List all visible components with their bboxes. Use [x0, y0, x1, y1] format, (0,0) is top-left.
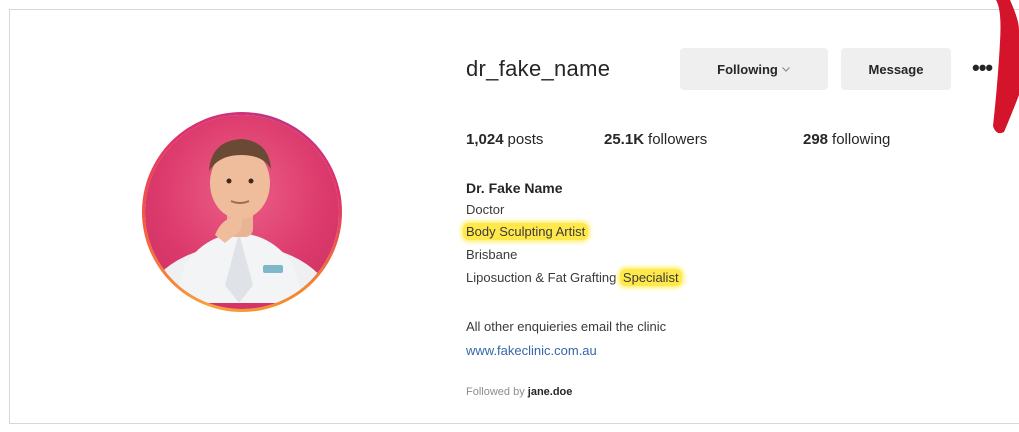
followers-count[interactable]: 25.1K followers — [604, 131, 707, 148]
bio-line-category: Doctor — [466, 202, 505, 217]
profile-full-name: Dr. Fake Name — [466, 180, 563, 196]
bio-line-specialty: Liposuction & Fat Grafting Specialist — [466, 269, 682, 286]
story-ring[interactable] — [142, 112, 342, 312]
website-link[interactable]: www.fakeclinic.com.au — [466, 343, 597, 358]
bio-line-highlighted: Body Sculpting Artist — [463, 223, 589, 240]
following-button-label: Following — [717, 61, 778, 77]
following-count[interactable]: 298 following — [803, 131, 890, 148]
more-options-icon[interactable]: ••• — [972, 57, 993, 79]
chevron-down-icon — [781, 67, 790, 72]
posts-count[interactable]: 1,024 posts — [466, 131, 543, 148]
username: dr_fake_name — [466, 56, 611, 81]
profile-photo — [145, 139, 335, 309]
message-button[interactable]: Message — [841, 48, 951, 90]
following-button[interactable]: Following — [680, 48, 828, 90]
bio-line-location: Brisbane — [466, 247, 518, 262]
message-button-label: Message — [868, 61, 924, 77]
bio-line-contact: All other enquieries email the clinic — [466, 319, 667, 334]
followed-by[interactable]: Followed by jane.doe — [466, 386, 572, 398]
avatar[interactable] — [145, 115, 339, 309]
